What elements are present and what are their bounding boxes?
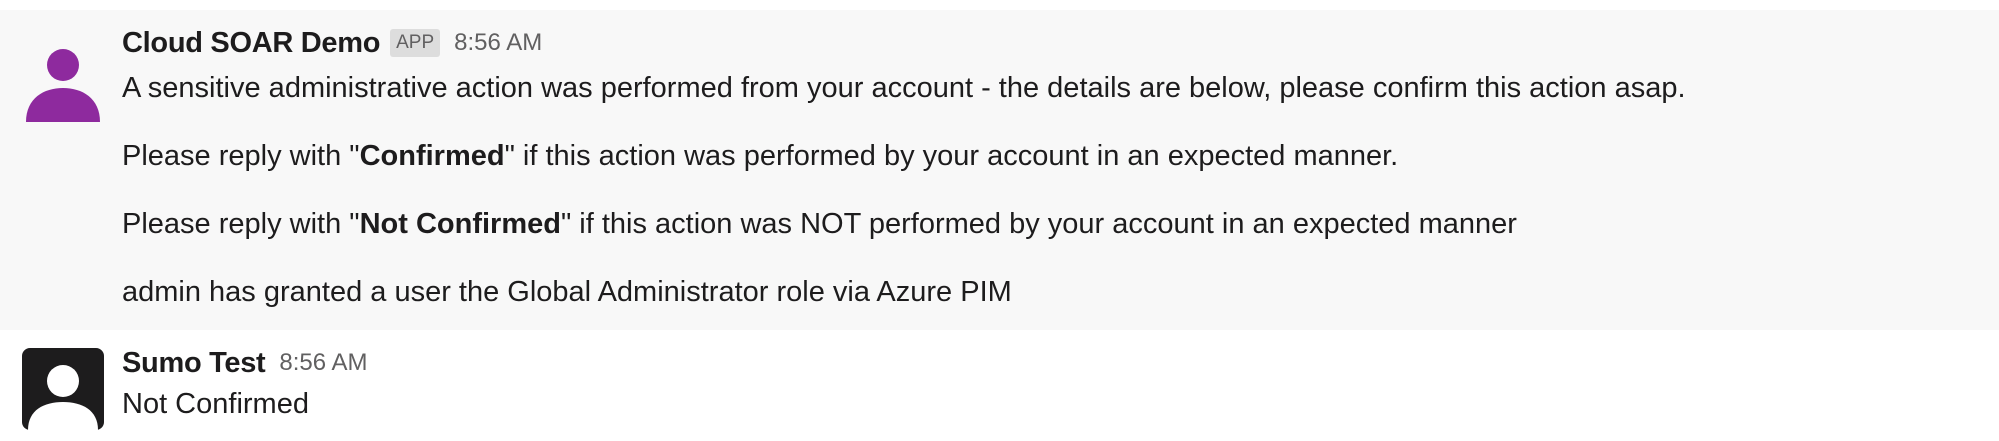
message-cloud-soar-demo[interactable]: Cloud SOAR Demo APP 8:56 AM A sensitive …: [0, 10, 1999, 330]
bold-text: Not Confirmed: [359, 208, 561, 240]
bot-avatar-icon[interactable]: [22, 40, 104, 122]
message-text-line: Not Confirmed: [122, 388, 309, 420]
message-text-line: Please reply with "Confirmed" if this ac…: [122, 138, 1979, 174]
message-content: Sumo Test 8:56 AM Not Confirmed: [122, 344, 1979, 422]
message-sumo-test[interactable]: Sumo Test 8:56 AM Not Confirmed: [0, 330, 1999, 441]
message-text-line: Please reply with "Not Confirmed" if thi…: [122, 206, 1979, 242]
message-header: Cloud SOAR Demo APP 8:56 AM: [122, 24, 1979, 62]
message-text-line: A sensitive administrative action was pe…: [122, 72, 1686, 104]
message-thread: Cloud SOAR Demo APP 8:56 AM A sensitive …: [0, 0, 1999, 441]
sender-name[interactable]: Cloud SOAR Demo: [122, 27, 380, 60]
app-badge: APP: [390, 29, 441, 57]
sender-name[interactable]: Sumo Test: [122, 347, 266, 380]
message-content: Cloud SOAR Demo APP 8:56 AM A sensitive …: [122, 24, 1979, 310]
timestamp[interactable]: 8:56 AM: [454, 29, 542, 57]
text-fragment: " if this action was performed by your a…: [504, 140, 1399, 172]
bold-text: Confirmed: [359, 140, 505, 172]
message-text-line: admin has granted a user the Global Admi…: [122, 276, 1012, 308]
text-fragment: " if this action was NOT performed by yo…: [560, 208, 1517, 240]
message-header: Sumo Test 8:56 AM: [122, 344, 1979, 382]
timestamp[interactable]: 8:56 AM: [279, 349, 367, 377]
user-avatar-icon[interactable]: [22, 348, 104, 430]
text-fragment: Please reply with ": [122, 140, 360, 172]
text-fragment: Please reply with ": [122, 208, 360, 240]
